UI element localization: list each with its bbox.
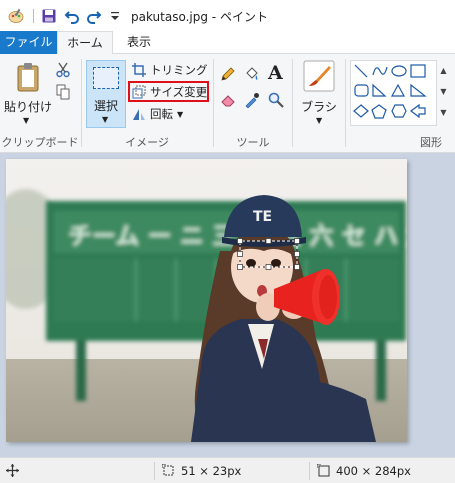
text-tool-icon[interactable]: A [268,62,283,84]
rotate-label: 回転 [150,107,173,121]
shapes-group-label: 図形 [420,136,442,149]
magnifier-icon[interactable] [268,92,284,108]
window-title: pakutaso.jpg - ペイント [131,10,268,24]
image-canvas[interactable]: チーム ー ニ 三 四 五 六 セ ハ 九 計 [6,159,407,442]
title-separator [33,9,34,23]
brush-icon [303,60,335,92]
paste-label: 貼り付け [4,100,53,114]
svg-text:TE: TE [253,209,272,225]
save-icon[interactable] [41,8,57,24]
eraser-icon[interactable] [220,92,236,108]
tab-file[interactable]: ファイル [0,31,57,54]
cut-icon[interactable] [56,62,70,78]
status-bar: 51 × 23px 400 × 284px [0,457,455,483]
tab-view[interactable]: 表示 [113,31,165,54]
tab-home[interactable]: ホーム [57,31,113,55]
photo: チーム ー ニ 三 四 五 六 セ ハ 九 計 [6,159,407,442]
undo-icon[interactable] [64,8,80,24]
paint-window: pakutaso.jpg - ペイント ファイル ホーム 表示 貼り付け ▼ ク [0,0,455,483]
paint-app-icon[interactable] [8,8,24,24]
brushes-dropdown-icon: ▼ [316,116,323,125]
select-rect-icon [93,67,119,89]
cursor-position-icon [6,464,19,477]
rotate-icon [133,109,145,120]
brushes-label: ブラシ [301,100,337,114]
select-button[interactable]: 選択 ▼ [86,60,126,128]
select-dropdown-icon: ▼ [102,115,109,124]
clipboard-icon [17,63,39,92]
status-separator [154,462,155,480]
paste-button[interactable]: 貼り付け ▼ [4,58,53,130]
clipboard-group-label: クリップボード [1,136,79,149]
quick-access-dropdown-icon[interactable] [107,8,123,24]
title-bar: pakutaso.jpg - ペイント [0,0,455,31]
color-picker-icon[interactable] [244,92,260,108]
image-size-icon [317,464,330,477]
copy-icon[interactable] [56,84,70,100]
image-size: 400 × 284px [336,464,411,478]
tools-group-label: ツール [236,136,270,149]
paste-dropdown-icon: ▼ [23,116,30,125]
resize-highlight-box [128,81,209,102]
image-group-label: イメージ [125,136,169,149]
brushes-button[interactable]: ブラシ ▼ [297,58,341,130]
crop-button[interactable]: トリミング [132,62,208,78]
pencil-icon[interactable] [220,66,236,82]
status-separator [309,462,310,480]
shapes-scroll[interactable]: ▲ ▼ ▼ [436,60,450,126]
ribbon: 貼り付け ▼ クリップボード 選択 ▼ トリミング サイズ変更 回転 ▼ イメー… [0,54,455,153]
crop-icon [132,63,146,77]
selection-size: 51 × 23px [181,464,242,478]
shapes-gallery[interactable]: ▲ ▼ ▼ [350,60,450,126]
select-label: 選択 [93,99,118,113]
rotate-dropdown-icon: ▼ [177,109,184,119]
group-separator [345,59,346,147]
crop-label: トリミング [150,63,208,77]
fill-bucket-icon[interactable] [244,66,260,82]
rotate-button[interactable]: 回転 ▼ [132,106,183,122]
redo-icon[interactable] [86,8,102,24]
canvas-workspace[interactable]: チーム ー ニ 三 四 五 六 セ ハ 九 計 [0,153,455,457]
ribbon-tabs: ファイル ホーム 表示 [0,31,455,55]
group-separator [292,59,293,147]
selection-size-icon [162,464,174,476]
